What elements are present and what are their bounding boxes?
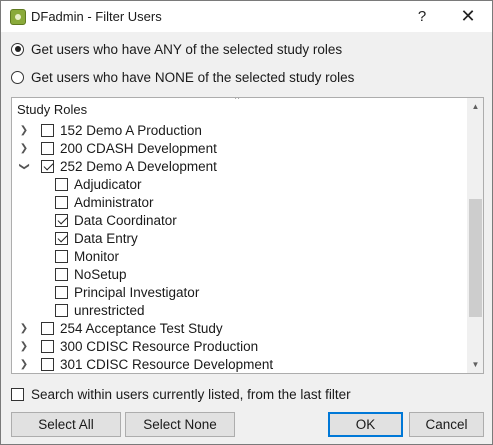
scroll-up-icon[interactable]: ▲	[467, 98, 483, 115]
select-all-button[interactable]: Select All	[11, 412, 121, 437]
study-152-checkbox[interactable]	[41, 123, 54, 137]
role-nosetup-label: NoSetup	[74, 266, 127, 282]
tree-item-study-200[interactable]: ❯ 200 CDASH Development	[19, 139, 217, 157]
role-administrator-label: Administrator	[74, 194, 154, 210]
role-adjudicator-label: Adjudicator	[74, 176, 142, 192]
expand-arrow-icon[interactable]: ❯	[19, 125, 29, 136]
tree-item-role-monitor[interactable]: Monitor	[55, 247, 119, 265]
tree-item-study-152[interactable]: ❯ 152 Demo A Production	[19, 121, 202, 139]
role-administrator-checkbox[interactable]	[55, 195, 68, 209]
expand-arrow-icon[interactable]: ❯	[19, 341, 29, 352]
expand-arrow-icon[interactable]: ❯	[19, 323, 29, 334]
tree-item-role-data-entry[interactable]: Data Entry	[55, 229, 138, 247]
radio-none-label: Get users who have NONE of the selected …	[31, 69, 355, 85]
tree-vertical-scrollbar[interactable]: ▲ ▼	[467, 98, 483, 373]
ok-button[interactable]: OK	[328, 412, 403, 437]
title-bar: DFadmin - Filter Users ? ✕	[1, 1, 492, 32]
study-301-label: 301 CDISC Resource Development	[60, 356, 274, 372]
study-152-label: 152 Demo A Production	[60, 122, 202, 138]
close-button[interactable]: ✕	[445, 1, 491, 32]
study-252-checkbox[interactable]	[41, 159, 54, 173]
study-roles-tree[interactable]: ^ Study Roles ❯ 152 Demo A Production ❯ …	[11, 97, 484, 374]
radio-any-roles[interactable]: Get users who have ANY of the selected s…	[11, 39, 342, 59]
tree-item-study-300[interactable]: ❯ 300 CDISC Resource Production	[19, 337, 258, 355]
dfadmin-app-icon	[10, 9, 26, 25]
role-data-coordinator-label: Data Coordinator	[74, 212, 177, 228]
expand-arrow-icon[interactable]: ❯	[19, 359, 29, 370]
expand-arrow-icon[interactable]: ❯	[19, 143, 29, 154]
role-nosetup-checkbox[interactable]	[55, 267, 68, 281]
tree-column-header[interactable]: Study Roles	[17, 102, 87, 117]
role-principal-investigator-label: Principal Investigator	[74, 284, 200, 300]
study-301-checkbox[interactable]	[41, 357, 54, 371]
role-adjudicator-checkbox[interactable]	[55, 177, 68, 191]
role-data-entry-checkbox[interactable]	[55, 231, 68, 245]
role-monitor-label: Monitor	[74, 248, 120, 264]
scrollbar-thumb[interactable]	[469, 199, 482, 317]
search-within-checkbox[interactable]	[11, 387, 24, 401]
study-252-label: 252 Demo A Development	[60, 158, 217, 174]
study-200-checkbox[interactable]	[41, 141, 54, 155]
tree-item-role-adjudicator[interactable]: Adjudicator	[55, 175, 142, 193]
search-within-option[interactable]: Search within users currently listed, fr…	[11, 385, 351, 403]
radio-none-roles[interactable]: Get users who have NONE of the selected …	[11, 67, 354, 87]
radio-any-label: Get users who have ANY of the selected s…	[31, 41, 343, 57]
tree-item-study-254[interactable]: ❯ 254 Acceptance Test Study	[19, 319, 223, 337]
role-principal-investigator-checkbox[interactable]	[55, 285, 68, 299]
collapse-arrow-icon[interactable]: ❯	[19, 161, 30, 171]
tree-item-role-principal-investigator[interactable]: Principal Investigator	[55, 283, 199, 301]
study-300-label: 300 CDISC Resource Production	[60, 338, 259, 354]
sort-indicator-icon: ^	[235, 97, 240, 104]
radio-none-indicator[interactable]	[11, 70, 24, 84]
study-200-label: 200 CDASH Development	[60, 140, 217, 156]
select-none-button[interactable]: Select None	[125, 412, 235, 437]
tree-item-role-unrestricted[interactable]: unrestricted	[55, 301, 145, 319]
tree-item-role-data-coordinator[interactable]: Data Coordinator	[55, 211, 177, 229]
tree-item-role-administrator[interactable]: Administrator	[55, 193, 154, 211]
study-254-label: 254 Acceptance Test Study	[60, 320, 223, 336]
study-254-checkbox[interactable]	[41, 321, 54, 335]
role-unrestricted-label: unrestricted	[74, 302, 145, 318]
study-300-checkbox[interactable]	[41, 339, 54, 353]
role-monitor-checkbox[interactable]	[55, 249, 68, 263]
window-title: DFadmin - Filter Users	[31, 9, 162, 24]
role-data-coordinator-checkbox[interactable]	[55, 213, 68, 227]
tree-item-study-252[interactable]: ❯ 252 Demo A Development	[19, 157, 217, 175]
tree-item-role-nosetup[interactable]: NoSetup	[55, 265, 127, 283]
search-within-label: Search within users currently listed, fr…	[31, 386, 351, 402]
filter-users-dialog: DFadmin - Filter Users ? ✕ Get users who…	[0, 0, 493, 445]
role-data-entry-label: Data Entry	[74, 230, 138, 246]
scroll-down-icon[interactable]: ▼	[467, 356, 483, 373]
role-unrestricted-checkbox[interactable]	[55, 303, 68, 317]
radio-any-indicator[interactable]	[11, 42, 24, 56]
cancel-button[interactable]: Cancel	[409, 412, 484, 437]
help-button[interactable]: ?	[399, 1, 445, 32]
tree-item-study-301[interactable]: ❯ 301 CDISC Resource Development	[19, 355, 273, 373]
